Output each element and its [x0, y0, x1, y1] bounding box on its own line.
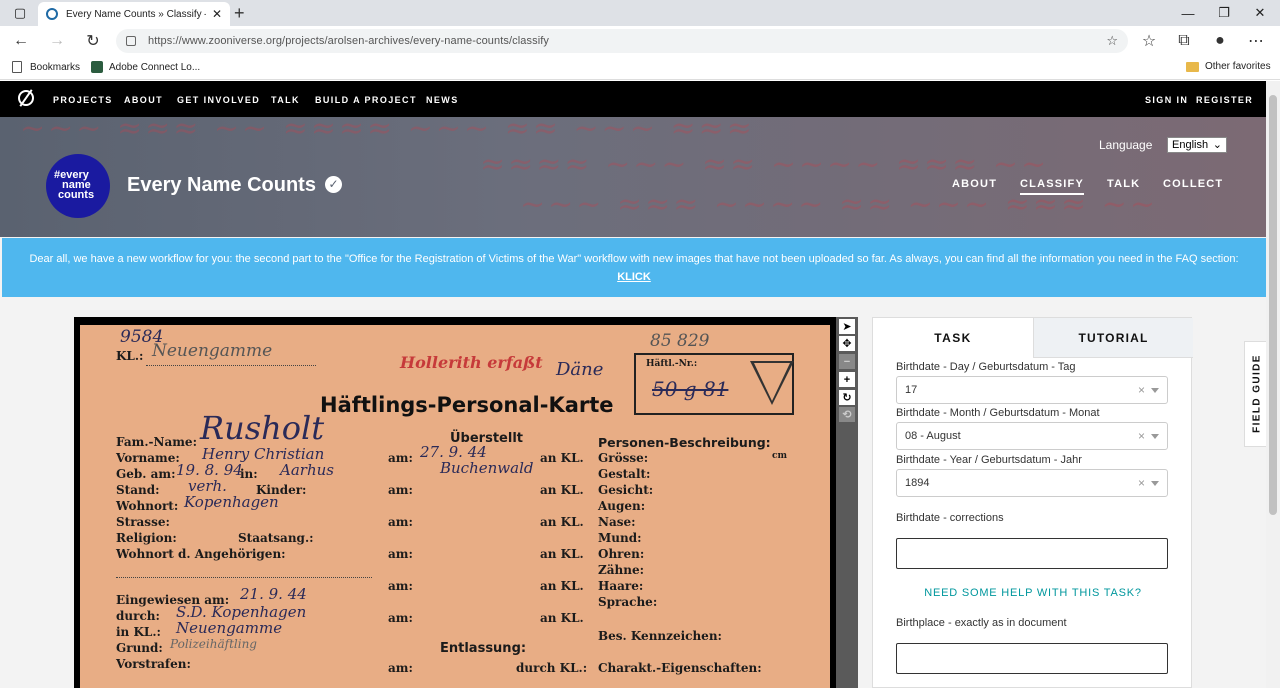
- birthdate-month-label: Birthdate - Month / Geburtsdatum - Monat: [896, 407, 1100, 419]
- project-avatar[interactable]: #every name counts: [46, 154, 110, 218]
- address-toolbar: ← → ↻ https://www.zooniverse.org/project…: [0, 26, 1280, 56]
- bookmark-page-icon: [12, 61, 22, 73]
- bookmarks-bar: Bookmarks Adobe Connect Lo... Other favo…: [0, 56, 1280, 80]
- adobe-connect-icon: [91, 61, 103, 73]
- url-bar[interactable]: https://www.zooniverse.org/projects/arol…: [116, 29, 1128, 53]
- nav-about[interactable]: ABOUT: [124, 95, 163, 105]
- other-favorites[interactable]: Other favorites: [1186, 61, 1271, 72]
- verified-check-icon: ✓: [325, 176, 342, 193]
- tab-actions-icon[interactable]: ▢: [0, 0, 40, 26]
- more-menu-icon[interactable]: ⋯: [1245, 30, 1267, 52]
- forward-icon[interactable]: →: [46, 30, 68, 52]
- subject-viewer[interactable]: 9584 KL.: Neuengamme Hollerith erfaßt Dä…: [74, 317, 836, 688]
- birthdate-corrections-label: Birthdate - corrections: [896, 512, 1004, 524]
- viewer-toolbar: ➤ ✥ − + ↻ ⟲: [836, 317, 858, 688]
- scrollbar-thumb[interactable]: [1269, 95, 1277, 515]
- project-title[interactable]: Every Name Counts: [127, 174, 316, 197]
- chevron-down-icon: [1151, 480, 1159, 486]
- project-header: ~~~ ≈≈≈ ~~ ≈≈≈≈ ~~~ ≈≈ ~~~ ≈≈≈ ≈≈≈≈ ~~~ …: [0, 117, 1266, 237]
- profile-avatar-icon[interactable]: ●: [1209, 30, 1231, 52]
- card-title: Häftlings-Personal-Karte: [320, 393, 614, 417]
- zooniverse-logo-icon[interactable]: [18, 90, 34, 106]
- back-icon[interactable]: ←: [10, 30, 32, 52]
- tab-task[interactable]: TASK: [873, 318, 1033, 358]
- birthdate-year-select[interactable]: 1894 ×: [896, 469, 1168, 497]
- nav-talk[interactable]: TALK: [271, 95, 300, 105]
- tab-title: Every Name Counts » Classify —: [66, 8, 206, 20]
- register-link[interactable]: REGISTER: [1196, 95, 1253, 105]
- announcement-banner: Dear all, we have a new workflow for you…: [2, 238, 1266, 297]
- browser-tab[interactable]: Every Name Counts » Classify — ✕: [38, 2, 230, 26]
- task-panel: TASK TUTORIAL Birthdate - Day / Geburtsd…: [872, 317, 1193, 688]
- project-nav-classify[interactable]: CLASSIFY: [1020, 178, 1084, 195]
- reset-view-icon[interactable]: ⟲: [839, 407, 855, 422]
- birthdate-month-select[interactable]: 08 - August ×: [896, 422, 1168, 450]
- zooniverse-favicon-icon: [46, 8, 58, 20]
- url-text: https://www.zooniverse.org/projects/arol…: [148, 35, 549, 47]
- zooniverse-top-nav: PROJECTS ABOUT GET INVOLVED TALK BUILD A…: [0, 81, 1266, 117]
- folder-icon: [1186, 61, 1199, 72]
- pan-tool-icon[interactable]: ✥: [839, 336, 855, 351]
- project-nav-collect[interactable]: COLLECT: [1163, 178, 1223, 190]
- project-nav-about[interactable]: ABOUT: [952, 178, 997, 190]
- collections-icon[interactable]: ⧉: [1173, 30, 1195, 52]
- rotate-icon[interactable]: ↻: [839, 390, 855, 405]
- reload-icon[interactable]: ↻: [82, 30, 104, 52]
- birthdate-year-label: Birthdate - Year / Geburtsdatum - Jahr: [896, 454, 1082, 466]
- background-scan-decoration: ≈≈≈≈ ~~~ ≈≈ ~~~~ ≈≈≈ ~~: [480, 147, 1050, 182]
- prisoner-card-image: 9584 KL.: Neuengamme Hollerith erfaßt Dä…: [80, 325, 830, 688]
- badge-triangle-inner: [754, 363, 790, 401]
- clear-icon[interactable]: ×: [1138, 476, 1145, 490]
- clear-icon[interactable]: ×: [1138, 429, 1145, 443]
- close-tab-icon[interactable]: ✕: [212, 7, 222, 21]
- zoom-in-icon[interactable]: +: [839, 372, 855, 387]
- dotted-line: [116, 577, 372, 578]
- tab-tutorial[interactable]: TUTORIAL: [1033, 318, 1193, 358]
- browser-tab-bar: ▢ Every Name Counts » Classify — ✕ + — ❐…: [0, 0, 1280, 26]
- adobe-connect-bookmark[interactable]: Adobe Connect Lo...: [91, 61, 200, 73]
- close-window-icon[interactable]: ✕: [1240, 0, 1280, 26]
- language-label: Language: [1099, 138, 1153, 152]
- birthplace-label: Birthplace - exactly as in document: [896, 617, 1067, 629]
- hollerith-stamp: Hollerith erfaßt: [400, 353, 543, 372]
- dotted-line: [146, 365, 316, 366]
- nav-projects[interactable]: PROJECTS: [53, 95, 113, 105]
- web-page: PROJECTS ABOUT GET INVOLVED TALK BUILD A…: [0, 81, 1266, 688]
- favorites-icon[interactable]: ☆: [1138, 30, 1160, 52]
- page-scrollbar[interactable]: [1266, 81, 1280, 688]
- chevron-down-icon: [1151, 387, 1159, 393]
- lock-icon: [126, 36, 136, 46]
- clear-icon[interactable]: ×: [1138, 383, 1145, 397]
- birthplace-input[interactable]: [896, 643, 1168, 674]
- field-guide-tab[interactable]: FIELD GUIDE: [1244, 341, 1266, 447]
- birthdate-day-label: Birthdate - Day / Geburtsdatum - Tag: [896, 361, 1076, 373]
- birthdate-corrections-input[interactable]: [896, 538, 1168, 569]
- chevron-down-icon: ⌄: [1212, 139, 1222, 151]
- zoom-out-icon[interactable]: −: [839, 354, 855, 369]
- sign-in-link[interactable]: SIGN IN: [1145, 95, 1188, 105]
- project-nav-talk[interactable]: TALK: [1107, 178, 1140, 190]
- pointer-tool-icon[interactable]: ➤: [839, 319, 855, 334]
- nav-build-a-project[interactable]: BUILD A PROJECT: [315, 95, 417, 105]
- chevron-down-icon: [1151, 433, 1159, 439]
- nav-get-involved[interactable]: GET INVOLVED: [177, 95, 260, 105]
- minimize-icon[interactable]: —: [1168, 0, 1208, 26]
- new-tab-icon[interactable]: +: [234, 2, 245, 24]
- restore-icon[interactable]: ❐: [1204, 0, 1244, 26]
- language-select[interactable]: English ⌄: [1167, 137, 1227, 153]
- faq-link[interactable]: KLICK: [617, 271, 651, 283]
- task-help-link[interactable]: NEED SOME HELP WITH THIS TASK?: [873, 587, 1193, 599]
- birthdate-day-select[interactable]: 17 ×: [896, 376, 1168, 404]
- nav-news[interactable]: NEWS: [426, 95, 459, 105]
- favorite-star-icon[interactable]: ☆: [1106, 33, 1118, 49]
- task-tabs: TASK TUTORIAL: [873, 318, 1193, 358]
- bookmarks-item[interactable]: Bookmarks: [12, 61, 80, 73]
- background-scan-decoration: ~~~ ≈≈≈ ~~ ≈≈≈≈ ~~~ ≈≈ ~~~ ≈≈≈: [20, 117, 755, 146]
